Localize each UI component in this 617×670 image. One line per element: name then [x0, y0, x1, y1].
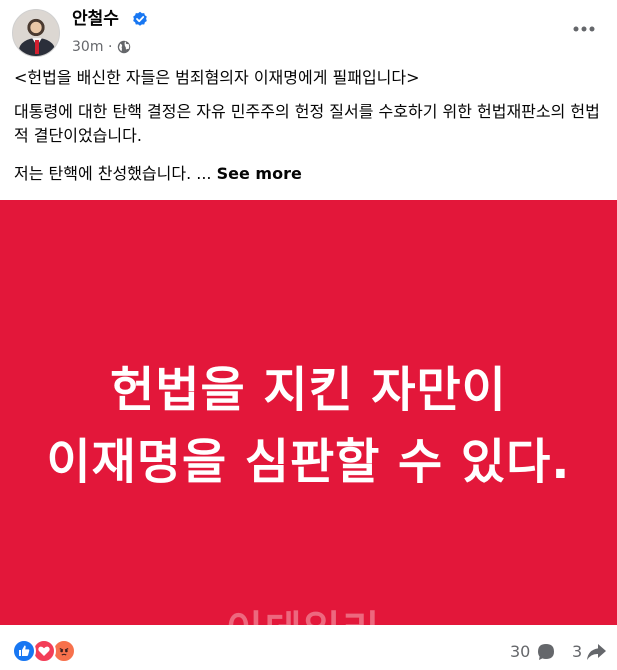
post-timestamp[interactable]: 30m: [72, 38, 103, 56]
image-text-line2: 이재명을 심판할 수 있다.: [46, 434, 571, 490]
reactions-summary[interactable]: [12, 639, 84, 663]
globe-icon[interactable]: [117, 40, 131, 54]
comment-icon[interactable]: [536, 642, 556, 662]
author-name[interactable]: 안철수: [72, 8, 119, 30]
post-paragraph-truncated: 저는 탄핵에 찬성했습니다. ... See more: [14, 162, 609, 186]
like-icon: [12, 639, 36, 663]
more-options-icon: [573, 26, 595, 32]
post-header: 안철수 30m ·: [0, 0, 617, 66]
image-watermark: 이데일리: [226, 598, 381, 625]
share-icon[interactable]: [585, 641, 607, 663]
verified-badge-icon: [133, 11, 147, 26]
post-headline: <헌법을 배신한 자들은 범죄혐의자 이재명에게 필패입니다>: [14, 68, 420, 87]
image-text-line1: 헌법을 지킨 자만이: [110, 362, 507, 418]
timestamp-separator: ·: [108, 39, 113, 55]
comment-count[interactable]: 30: [510, 642, 530, 661]
author-avatar[interactable]: [12, 9, 60, 57]
avatar-tie: [35, 40, 39, 54]
more-options-button[interactable]: [566, 14, 602, 44]
post-footer: 30 3: [0, 625, 617, 670]
post-image[interactable]: 헌법을 지킨 자만이 이재명을 심판할 수 있다. 이데일리: [0, 200, 617, 625]
post-truncated-text: 저는 탄핵에 찬성했습니다. ...: [14, 164, 217, 183]
share-count[interactable]: 3: [572, 642, 582, 661]
see-more-link[interactable]: See more: [217, 164, 302, 183]
post-paragraph: 대통령에 대한 탄핵 결정은 자유 민주주의 헌정 질서를 수호하기 위한 헌법…: [14, 102, 600, 145]
